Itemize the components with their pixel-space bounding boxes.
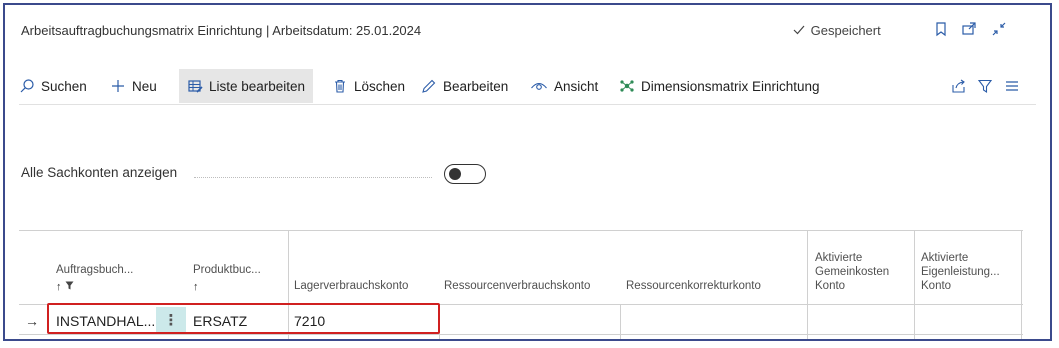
plus-icon [112, 80, 124, 92]
delete-button-label: Löschen [354, 78, 406, 94]
search-icon [20, 79, 34, 93]
column-header-aktivierte-gemeinkosten[interactable]: Aktivierte Gemeinkosten Konto [815, 231, 905, 301]
column-header-produktbuchung[interactable]: Produktbuc... ↑ [193, 231, 288, 301]
column-divider [807, 231, 808, 339]
field-leader-dots [194, 177, 432, 178]
share-icon[interactable] [951, 69, 973, 103]
column-header-aktivierte-eigenleistung[interactable]: Aktivierte Eigenleistung... Konto [921, 231, 1021, 301]
dimensions-icon [620, 80, 634, 92]
dimension-matrix-button-label: Dimensionsmatrix Einrichtung [641, 78, 820, 94]
edit-list-button[interactable]: Liste bearbeiten [179, 69, 314, 103]
column-header-label: Ressourcenverbrauchskonto [444, 280, 591, 292]
selection-highlight-box [47, 303, 440, 334]
show-all-accounts-toggle[interactable] [444, 164, 486, 184]
sort-filter-indicator: ↑ [56, 281, 74, 293]
list-view-icon[interactable] [1004, 69, 1026, 103]
edit-list-icon [188, 80, 203, 93]
open-new-window-icon[interactable] [960, 20, 978, 38]
search-button[interactable]: Suchen [19, 69, 87, 103]
filter-icon [65, 281, 74, 290]
edit-list-button-label: Liste bearbeiten [209, 78, 306, 94]
cell-aktivierte-gemeinkosten[interactable] [815, 308, 913, 334]
search-button-label: Suchen [41, 78, 87, 94]
current-row-indicator: → [25, 313, 39, 329]
view-button-label: Ansicht [554, 78, 599, 94]
column-header-label: Lagerverbrauchskonto [294, 280, 409, 292]
page-frame: Arbeitsauftragbuchungsmatrix Einrichtung… [3, 3, 1052, 341]
dimension-matrix-button[interactable]: Dimensionsmatrix Einrichtung [619, 69, 820, 103]
column-header-ressourcenverbrauchskonto[interactable]: Ressourcenverbrauchskonto [444, 231, 619, 301]
edit-button[interactable]: Bearbeiten [421, 69, 508, 103]
new-button[interactable]: Neu [110, 69, 157, 103]
toolbar-divider [19, 104, 1036, 105]
column-header-auftragsbuchung[interactable]: Auftragsbuch... ↑ [56, 231, 166, 301]
cell-ressourcenverbrauchskonto[interactable] [444, 308, 619, 334]
column-header-label: Auftragsbuch... [56, 264, 134, 276]
trash-icon [335, 79, 345, 93]
toggle-knob [449, 168, 461, 180]
column-header-label: Aktivierte Eigenleistung... Konto [921, 252, 1000, 292]
page-title: Arbeitsauftragbuchungsmatrix Einrichtung… [21, 23, 422, 38]
column-header-label: Produktbuc... [193, 264, 261, 276]
filter-icon[interactable] [977, 69, 999, 103]
delete-button[interactable]: Löschen [332, 69, 405, 103]
column-header-label: Aktivierte Gemeinkosten Konto [815, 252, 890, 292]
row-divider [19, 334, 1023, 335]
view-button[interactable]: Ansicht [530, 69, 598, 103]
edit-button-label: Bearbeiten [443, 78, 509, 94]
column-divider [914, 231, 915, 339]
bookmark-icon[interactable] [932, 20, 950, 38]
sort-indicator: ↑ [193, 281, 199, 293]
saved-status: Gespeichert [793, 23, 881, 38]
cell-ressourcenkorrekturkonto[interactable] [626, 308, 806, 334]
column-header-lagerverbrauchskonto[interactable]: Lagerverbrauchskonto [294, 231, 434, 301]
pencil-icon [422, 79, 436, 93]
show-all-accounts-label: Alle Sachkonten anzeigen [21, 165, 178, 180]
cell-aktivierte-eigenleistung[interactable] [921, 308, 1019, 334]
collapse-icon[interactable] [990, 20, 1008, 38]
eye-icon [531, 82, 547, 90]
action-bar: Suchen Neu Liste bearbeiten Löschen Bear… [5, 69, 1050, 103]
new-button-label: Neu [132, 78, 157, 94]
checkmark-icon [793, 23, 809, 38]
column-header-ressourcenkorrekturkonto[interactable]: Ressourcenkorrekturkonto [626, 231, 806, 301]
column-divider [1021, 231, 1022, 339]
column-header-label: Ressourcenkorrekturkonto [626, 280, 761, 292]
saved-status-label: Gespeichert [810, 23, 881, 38]
